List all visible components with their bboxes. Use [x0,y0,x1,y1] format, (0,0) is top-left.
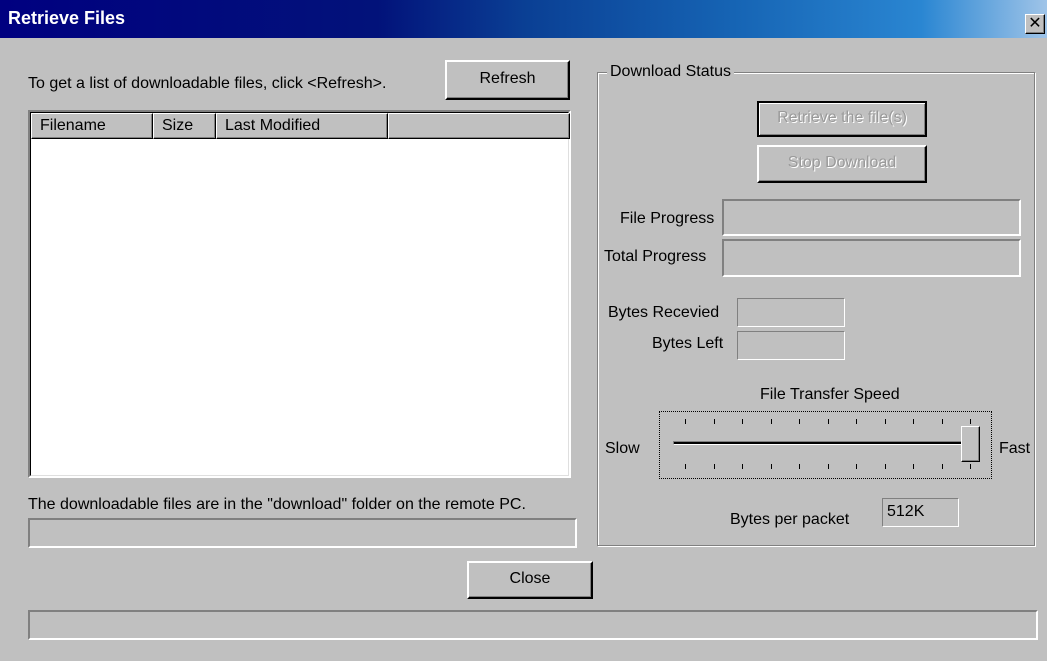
retrieve-files-dialog: Retrieve Files ✕ To get a list of downlo… [0,0,1047,661]
file-list[interactable]: Filename Size Last Modified [28,110,571,478]
slider-tick-bottom [970,464,971,469]
bytes-per-packet-label: Bytes per packet [730,511,850,528]
slider-tick-top [799,419,800,424]
slider-tick-bottom [799,464,800,469]
slider-tick-top [742,419,743,424]
stop-download-button[interactable]: Stop Download [757,145,927,183]
refresh-button[interactable]: Refresh [445,60,570,100]
slider-tick-bottom [714,464,715,469]
file-list-header: Filename Size Last Modified [31,113,570,139]
bytes-received-label: Bytes Recevied [608,304,720,321]
slider-tick-top [913,419,914,424]
instructions-text: To get a list of downloadable files, cli… [28,75,387,92]
close-window-button[interactable]: ✕ [1025,14,1045,34]
close-icon: ✕ [1028,15,1042,32]
fast-label: Fast [999,440,1031,457]
slider-track [673,441,979,445]
slider-tick-top [970,419,971,424]
file-progress-bar [722,199,1021,236]
title-bar[interactable]: Retrieve Files ✕ [0,0,1047,38]
slider-tick-bottom [685,464,686,469]
total-progress-label: Total Progress [604,248,707,265]
file-progress-label: File Progress [620,210,715,227]
slider-tick-top [885,419,886,424]
slider-tick-bottom [856,464,857,469]
folder-note-text: The downloadable files are in the "downl… [28,496,526,513]
close-button[interactable]: Close [467,561,593,599]
bytes-left-label: Bytes Left [652,335,724,352]
bytes-per-packet-field: 512K [882,498,959,527]
column-header-size[interactable]: Size [153,113,216,139]
slider-tick-bottom [742,464,743,469]
retrieve-files-button[interactable]: Retrieve the file(s) [757,101,927,137]
slider-tick-bottom [913,464,914,469]
transfer-speed-label: File Transfer Speed [760,386,900,403]
slow-label: Slow [605,440,640,457]
bytes-left-field [737,331,845,360]
slider-tick-bottom [828,464,829,469]
column-header-last-modified[interactable]: Last Modified [216,113,388,139]
slider-tick-top [714,419,715,424]
slider-tick-top [828,419,829,424]
folder-status-field [28,518,577,548]
column-header-filename[interactable]: Filename [31,113,153,139]
slider-tick-bottom [771,464,772,469]
bytes-received-field [737,298,845,327]
slider-tick-bottom [942,464,943,469]
slider-tick-top [942,419,943,424]
total-progress-bar [722,239,1021,277]
download-status-label: Download Status [607,63,734,81]
slider-tick-top [856,419,857,424]
slider-tick-top [685,419,686,424]
file-list-body: Filename Size Last Modified [30,112,570,476]
status-bar [28,610,1038,640]
slider-tick-bottom [885,464,886,469]
slider-thumb[interactable] [961,426,980,462]
slider-tick-top [771,419,772,424]
column-header-empty [388,113,570,139]
window-title: Retrieve Files [8,8,126,28]
